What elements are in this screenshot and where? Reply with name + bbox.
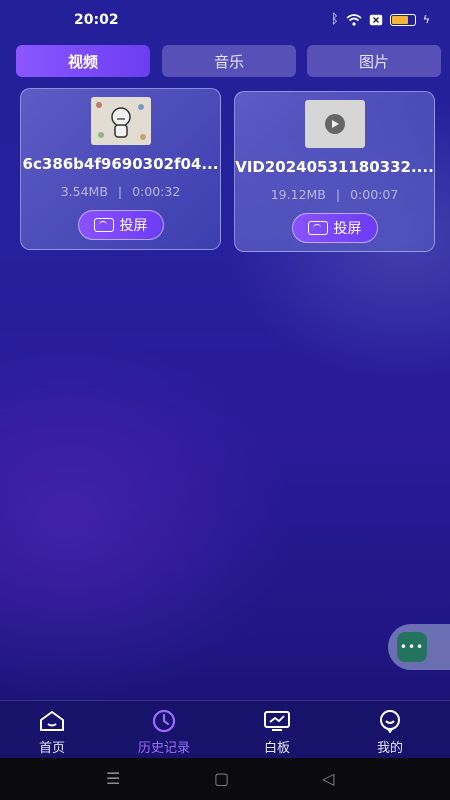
more-icon: •••: [397, 632, 427, 662]
battery-icon: [389, 13, 416, 26]
bluetooth-icon: ᛒ: [330, 12, 339, 27]
video-meta: 3.54MB | 0:00:32: [21, 184, 220, 199]
nav-item-whiteboard[interactable]: 白板: [237, 709, 317, 756]
whiteboard-icon: [237, 709, 317, 733]
video-duration: 0:00:07: [350, 187, 399, 202]
video-card[interactable]: 6c386b4f9690302f04... 3.54MB | 0:00:32 投…: [20, 88, 221, 250]
home-square-icon[interactable]: ▢: [214, 769, 229, 788]
wifi-icon: [346, 13, 362, 26]
no-sim-icon: [369, 14, 383, 26]
home-icon: [12, 709, 92, 733]
cast-icon: [307, 221, 328, 235]
video-thumbnail: [304, 100, 365, 148]
cast-button[interactable]: 投屏: [77, 210, 164, 240]
status-icons: ᛒ ϟ: [331, 12, 430, 27]
tab-video[interactable]: 视频: [16, 45, 150, 77]
system-navigation-bar: ☰ ▢ ◁: [0, 758, 450, 800]
cast-icon: [93, 218, 114, 232]
nav-label: 首页: [38, 741, 65, 756]
media-tabs: 视频 音乐 图片: [16, 45, 441, 79]
status-time: 20:02: [74, 12, 119, 28]
cast-button[interactable]: 投屏: [291, 213, 378, 243]
nav-label: 历史记录: [137, 741, 190, 756]
meta-separator: |: [335, 187, 341, 202]
nav-label: 我的: [376, 741, 403, 756]
cast-button-label: 投屏: [119, 218, 148, 234]
tab-pictures[interactable]: 图片: [307, 45, 441, 77]
video-size: 3.54MB: [60, 184, 108, 199]
back-icon[interactable]: ◁: [322, 769, 334, 788]
menu-icon[interactable]: ☰: [106, 769, 120, 788]
nav-label: 白板: [263, 741, 290, 756]
charging-icon: ϟ: [422, 13, 430, 26]
video-meta: 19.12MB | 0:00:07: [235, 187, 434, 202]
tab-music[interactable]: 音乐: [162, 45, 296, 77]
video-file-name: VID20240531180332....: [235, 158, 434, 176]
bottom-navigation: 首页 历史记录 白板 我的: [0, 700, 450, 759]
nav-item-profile[interactable]: 我的: [350, 709, 430, 756]
nav-item-history[interactable]: 历史记录: [124, 709, 204, 756]
video-thumbnail: [90, 97, 151, 145]
play-icon: [324, 114, 345, 134]
clock-icon: [124, 709, 204, 733]
video-duration: 0:00:32: [132, 184, 181, 199]
meta-separator: |: [117, 184, 123, 199]
profile-icon: [350, 709, 430, 733]
cast-button-label: 投屏: [333, 221, 362, 237]
video-file-name: 6c386b4f9690302f04...: [22, 155, 219, 173]
video-size: 19.12MB: [270, 187, 326, 202]
floating-menu-button[interactable]: •••: [388, 624, 450, 670]
status-bar: 20:02 ᛒ ϟ: [0, 0, 450, 40]
nav-item-home[interactable]: 首页: [12, 709, 92, 756]
video-card[interactable]: VID20240531180332.... 19.12MB | 0:00:07 …: [234, 91, 435, 252]
